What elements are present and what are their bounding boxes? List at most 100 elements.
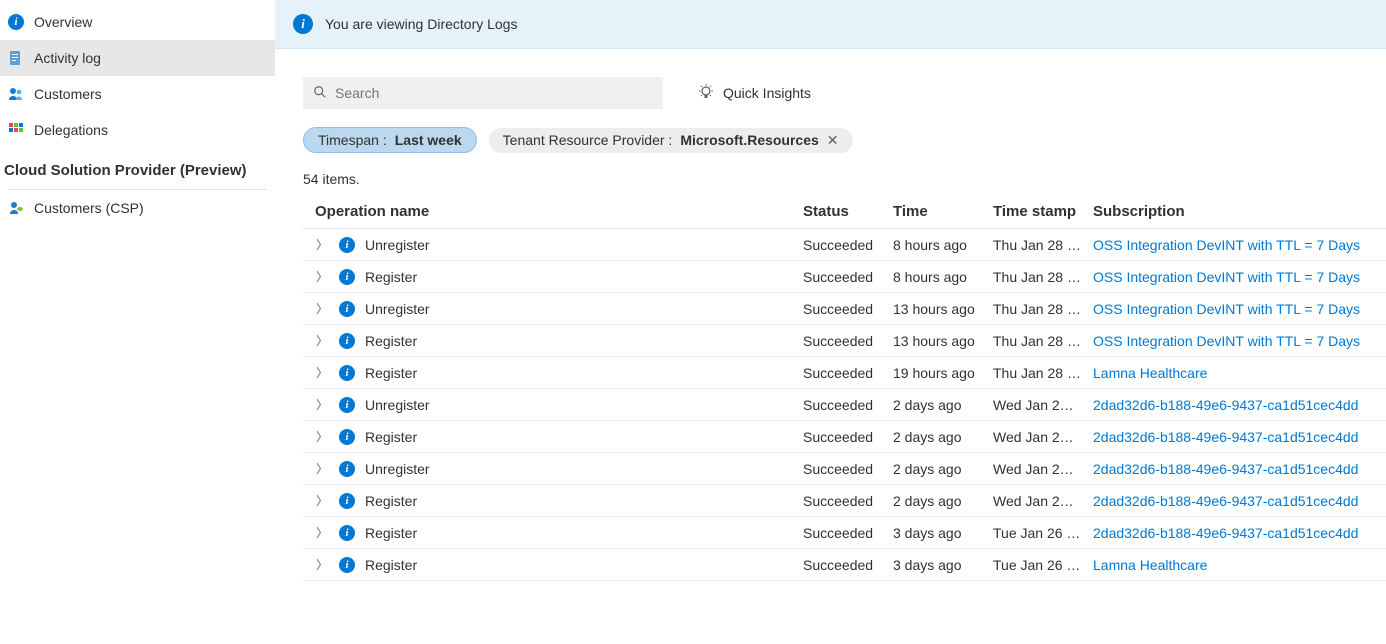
operation-name: Register xyxy=(365,557,417,573)
chevron-right-icon[interactable]: 〉 xyxy=(315,332,329,349)
pill-prefix: Timespan : xyxy=(318,132,387,148)
table-row[interactable]: 〉iUnregisterSucceeded2 days agoWed Jan 2… xyxy=(303,389,1386,421)
sidebar-item-delegations[interactable]: Delegations xyxy=(0,112,275,148)
subscription-link[interactable]: OSS Integration DevINT with TTL = 7 Days xyxy=(1093,333,1360,349)
chevron-right-icon[interactable]: 〉 xyxy=(315,300,329,317)
table-row[interactable]: 〉iRegisterSucceeded2 days agoWed Jan 27 … xyxy=(303,421,1386,453)
controls-row: Quick Insights xyxy=(275,77,1386,109)
table-row[interactable]: 〉iRegisterSucceeded8 hours agoThu Jan 28… xyxy=(303,261,1386,293)
info-icon: i xyxy=(339,397,355,413)
time-cell: 19 hours ago xyxy=(893,357,993,389)
info-icon: i xyxy=(339,493,355,509)
sidebar-item-activity-log[interactable]: Activity log xyxy=(0,40,275,76)
timestamp-cell: Thu Jan 28 … xyxy=(993,325,1093,357)
chevron-right-icon[interactable]: 〉 xyxy=(315,524,329,541)
main-content: i You are viewing Directory Logs Quick I… xyxy=(275,0,1386,644)
sidebar-item-label: Customers xyxy=(34,86,102,102)
quick-insights-label: Quick Insights xyxy=(723,85,811,101)
sidebar-item-label: Delegations xyxy=(34,122,108,138)
chevron-right-icon[interactable]: 〉 xyxy=(315,364,329,381)
subscription-link[interactable]: 2dad32d6-b188-49e6-9437-ca1d51cec4dd xyxy=(1093,525,1358,541)
time-cell: 8 hours ago xyxy=(893,261,993,293)
timestamp-cell: Thu Jan 28 … xyxy=(993,293,1093,325)
search-input[interactable] xyxy=(335,85,653,101)
info-icon: i xyxy=(339,461,355,477)
operation-name: Register xyxy=(365,493,417,509)
time-cell: 3 days ago xyxy=(893,517,993,549)
info-icon: i xyxy=(339,301,355,317)
table-row[interactable]: 〉iRegisterSucceeded2 days agoWed Jan 27 … xyxy=(303,485,1386,517)
pill-value: Microsoft.Resources xyxy=(680,132,818,148)
info-banner: i You are viewing Directory Logs xyxy=(275,0,1386,49)
timestamp-cell: Wed Jan 27 … xyxy=(993,389,1093,421)
timestamp-cell: Wed Jan 27 … xyxy=(993,453,1093,485)
status-cell: Succeeded xyxy=(803,517,893,549)
time-cell: 2 days ago xyxy=(893,453,993,485)
provider-pill[interactable]: Tenant Resource Provider : Microsoft.Res… xyxy=(489,128,853,153)
table-row[interactable]: 〉iRegisterSucceeded19 hours agoThu Jan 2… xyxy=(303,357,1386,389)
subscription-link[interactable]: OSS Integration DevINT with TTL = 7 Days xyxy=(1093,237,1360,253)
subscription-link[interactable]: OSS Integration DevINT with TTL = 7 Days xyxy=(1093,269,1360,285)
table-row[interactable]: 〉 i Register Succeeded3 days agoTue Jan 26 … xyxy=(303,549,1386,581)
activity-log-table: Operation name Status Time Time stamp Su… xyxy=(303,195,1386,581)
timestamp-cell: Thu Jan 28 … xyxy=(993,229,1093,261)
operation-name: Register xyxy=(365,333,417,349)
col-header-time[interactable]: Time xyxy=(893,195,993,229)
operation-name: Unregister xyxy=(365,301,430,317)
col-header-status[interactable]: Status xyxy=(803,195,893,229)
operation-name: Register xyxy=(365,365,417,381)
sidebar-item-customers-csp[interactable]: Customers (CSP) xyxy=(0,190,275,226)
time-cell: 13 hours ago xyxy=(893,293,993,325)
info-icon: i xyxy=(339,557,355,573)
operation-name: Register xyxy=(365,269,417,285)
subscription-link[interactable]: 2dad32d6-b188-49e6-9437-ca1d51cec4dd xyxy=(1093,397,1358,413)
close-icon[interactable]: ✕ xyxy=(827,132,839,149)
chevron-right-icon[interactable]: 〉 xyxy=(315,428,329,445)
table-row[interactable]: 〉iUnregisterSucceeded13 hours agoThu Jan… xyxy=(303,293,1386,325)
pill-value: Last week xyxy=(395,132,462,148)
time-cell: 2 days ago xyxy=(893,389,993,421)
info-icon: i xyxy=(8,14,24,30)
pill-prefix: Tenant Resource Provider : xyxy=(503,132,673,148)
status-cell: Succeeded xyxy=(803,549,893,581)
col-header-timestamp[interactable]: Time stamp xyxy=(993,195,1093,229)
banner-text: You are viewing Directory Logs xyxy=(325,16,517,32)
time-cell: 3 days ago xyxy=(893,549,993,581)
table-row[interactable]: 〉iUnregisterSucceeded8 hours agoThu Jan … xyxy=(303,229,1386,261)
search-box[interactable] xyxy=(303,77,663,109)
subscription-link[interactable]: 2dad32d6-b188-49e6-9437-ca1d51cec4dd xyxy=(1093,429,1358,445)
search-icon xyxy=(313,85,327,102)
col-header-subscription[interactable]: Subscription xyxy=(1093,195,1386,229)
subscription-link[interactable]: Lamna Healthcare xyxy=(1093,365,1207,381)
subscription-link[interactable]: 2dad32d6-b188-49e6-9437-ca1d51cec4dd xyxy=(1093,493,1358,509)
quick-insights-button[interactable]: Quick Insights xyxy=(697,83,811,104)
info-icon: i xyxy=(339,237,355,253)
operation-name: Unregister xyxy=(365,461,430,477)
sidebar-item-label: Activity log xyxy=(34,50,101,66)
chevron-right-icon[interactable]: 〉 xyxy=(315,492,329,509)
sidebar-section-csp: Cloud Solution Provider (Preview) xyxy=(0,148,275,185)
timestamp-cell: Wed Jan 27 … xyxy=(993,421,1093,453)
chevron-right-icon[interactable]: 〉 xyxy=(315,396,329,413)
chevron-right-icon[interactable]: 〉 xyxy=(315,268,329,285)
lightbulb-icon xyxy=(697,83,715,104)
time-cell: 2 days ago xyxy=(893,421,993,453)
time-cell: 13 hours ago xyxy=(893,325,993,357)
col-header-operation[interactable]: Operation name xyxy=(303,195,803,229)
subscription-link[interactable]: Lamna Healthcare xyxy=(1093,557,1207,573)
timestamp-cell: Thu Jan 28 … xyxy=(993,357,1093,389)
chevron-right-icon[interactable]: 〉 xyxy=(315,556,329,573)
table-row[interactable]: 〉iRegisterSucceeded13 hours agoThu Jan 2… xyxy=(303,325,1386,357)
chevron-right-icon[interactable]: 〉 xyxy=(315,236,329,253)
sidebar-item-customers[interactable]: Customers xyxy=(0,76,275,112)
timestamp-cell: Tue Jan 26 … xyxy=(993,549,1093,581)
table-row[interactable]: 〉iUnregisterSucceeded2 days agoWed Jan 2… xyxy=(303,453,1386,485)
sidebar-item-overview[interactable]: i Overview xyxy=(0,4,275,40)
chevron-right-icon[interactable]: 〉 xyxy=(315,460,329,477)
subscription-link[interactable]: OSS Integration DevINT with TTL = 7 Days xyxy=(1093,301,1360,317)
info-icon: i xyxy=(339,365,355,381)
timespan-pill[interactable]: Timespan : Last week xyxy=(303,127,477,153)
subscription-link[interactable]: 2dad32d6-b188-49e6-9437-ca1d51cec4dd xyxy=(1093,461,1358,477)
timestamp-cell: Thu Jan 28 … xyxy=(993,261,1093,293)
table-row[interactable]: 〉iRegisterSucceeded3 days agoTue Jan 26 … xyxy=(303,517,1386,549)
